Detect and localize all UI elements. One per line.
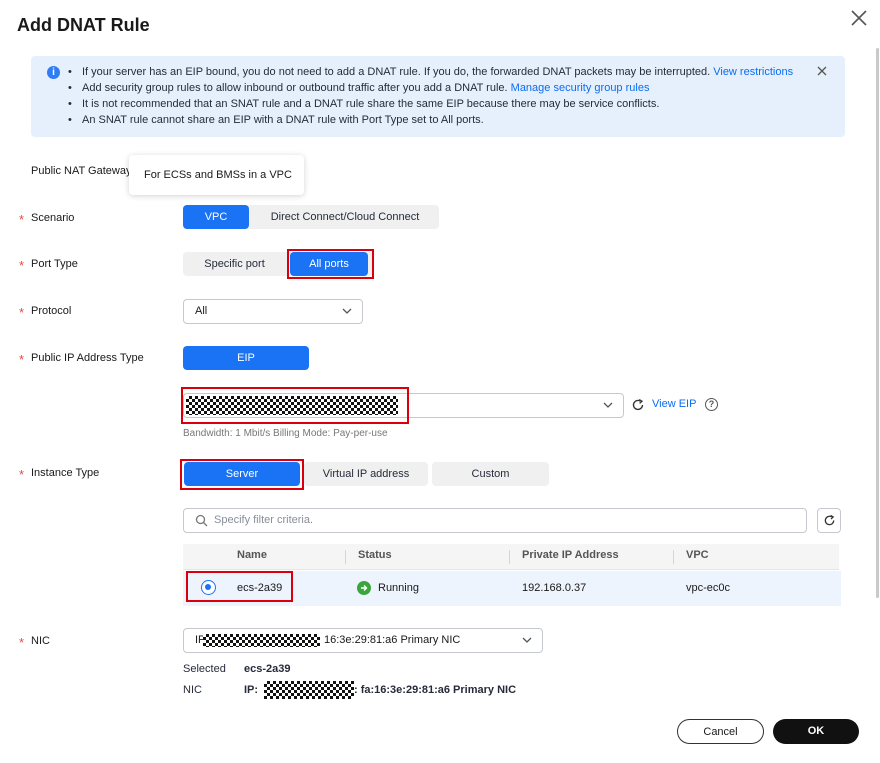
- public-nat-gateway-label: Public NAT Gateway: [31, 165, 132, 177]
- alert-line-1: • If your server has an EIP bound, you do…: [68, 66, 794, 78]
- instance-type-custom-option[interactable]: Custom: [432, 462, 549, 486]
- nic-summary-ip-redacted: [264, 681, 354, 699]
- port-type-specific-option[interactable]: Specific port: [183, 252, 286, 276]
- scenario-direct-connect-option[interactable]: Direct Connect/Cloud Connect: [253, 205, 437, 229]
- search-icon: [195, 514, 208, 527]
- nic-label: NIC: [31, 635, 50, 647]
- required-star: *: [19, 467, 25, 482]
- running-status-icon: [357, 581, 371, 595]
- port-type-label: Port Type: [31, 258, 78, 270]
- required-star: *: [19, 352, 25, 367]
- alert-line-3: • It is not recommended that an SNAT rule…: [68, 98, 660, 110]
- scenario-label: Scenario: [31, 212, 75, 224]
- table-header: [183, 544, 839, 570]
- highlight-box: [180, 459, 304, 490]
- highlight-box: [186, 571, 293, 602]
- public-ip-type-eip-option[interactable]: EIP: [183, 346, 309, 370]
- alert-line-4: • An SNAT rule cannot share an EIP with a…: [68, 114, 484, 126]
- nic-summary-label: NIC: [183, 684, 202, 696]
- manage-security-group-rules-link[interactable]: Manage security group rules: [511, 82, 650, 94]
- protocol-value: All: [195, 305, 208, 317]
- refresh-icon[interactable]: [631, 398, 645, 412]
- selected-label: Selected: [183, 663, 226, 675]
- view-restrictions-link[interactable]: View restrictions: [713, 66, 793, 78]
- public-ip-type-label: Public IP Address Type: [31, 352, 144, 364]
- close-icon[interactable]: [849, 8, 869, 28]
- column-header-status[interactable]: Status: [358, 549, 392, 561]
- dialog-title: Add DNAT Rule: [17, 15, 150, 35]
- column-header-name[interactable]: Name: [237, 549, 267, 561]
- column-divider: [673, 550, 674, 564]
- chevron-down-icon: [342, 308, 352, 314]
- scrollbar[interactable]: [876, 48, 879, 598]
- column-divider: [509, 550, 510, 564]
- required-star: *: [19, 635, 25, 650]
- column-divider: [345, 550, 346, 564]
- ok-button[interactable]: OK: [773, 719, 859, 744]
- instance-type-virtual-ip-option[interactable]: Virtual IP address: [304, 462, 428, 486]
- selected-value: ecs-2a39: [244, 663, 291, 675]
- search-placeholder: Specify filter criteria.: [214, 514, 314, 526]
- column-header-private-ip[interactable]: Private IP Address: [522, 549, 619, 561]
- refresh-icon: [824, 514, 835, 526]
- nic-ip-redacted: [203, 634, 320, 647]
- scenario-tooltip: For ECSs and BMSs in a VPC: [129, 155, 304, 195]
- highlight-box: [181, 387, 409, 424]
- scenario-vpc-option[interactable]: VPC: [183, 205, 249, 229]
- required-star: *: [19, 212, 25, 227]
- column-header-vpc[interactable]: VPC: [686, 549, 709, 561]
- highlight-box: [287, 249, 374, 279]
- info-icon: i: [47, 66, 60, 79]
- chevron-down-icon: [522, 637, 532, 643]
- row-status: Running: [378, 582, 419, 594]
- row-private-ip: 192.168.0.37: [522, 582, 587, 594]
- table-refresh-button[interactable]: [817, 508, 841, 533]
- instance-type-label: Instance Type: [31, 467, 100, 479]
- alert-close-icon[interactable]: [816, 65, 828, 77]
- protocol-select[interactable]: All: [183, 299, 363, 324]
- nic-select-suffix: 16:3e:29:81:a6 Primary NIC: [324, 634, 461, 646]
- cancel-button[interactable]: Cancel: [677, 719, 764, 744]
- bandwidth-hint: Bandwidth: 1 Mbit/s Billing Mode: Pay-pe…: [183, 428, 388, 439]
- search-input[interactable]: Specify filter criteria.: [183, 508, 807, 533]
- nic-summary-ip-suffix: : fa:16:3e:29:81:a6 Primary NIC: [354, 684, 517, 696]
- row-vpc: vpc-ec0c: [686, 582, 731, 594]
- protocol-label: Protocol: [31, 305, 72, 317]
- chevron-down-icon: [603, 402, 613, 408]
- nic-summary-ip-prefix: IP:: [244, 684, 262, 696]
- alert-line-2: • Add security group rules to allow inbou…: [68, 82, 650, 94]
- required-star: *: [19, 305, 25, 320]
- help-icon[interactable]: ?: [705, 398, 718, 411]
- required-star: *: [19, 258, 25, 273]
- view-eip-link[interactable]: View EIP: [652, 398, 696, 410]
